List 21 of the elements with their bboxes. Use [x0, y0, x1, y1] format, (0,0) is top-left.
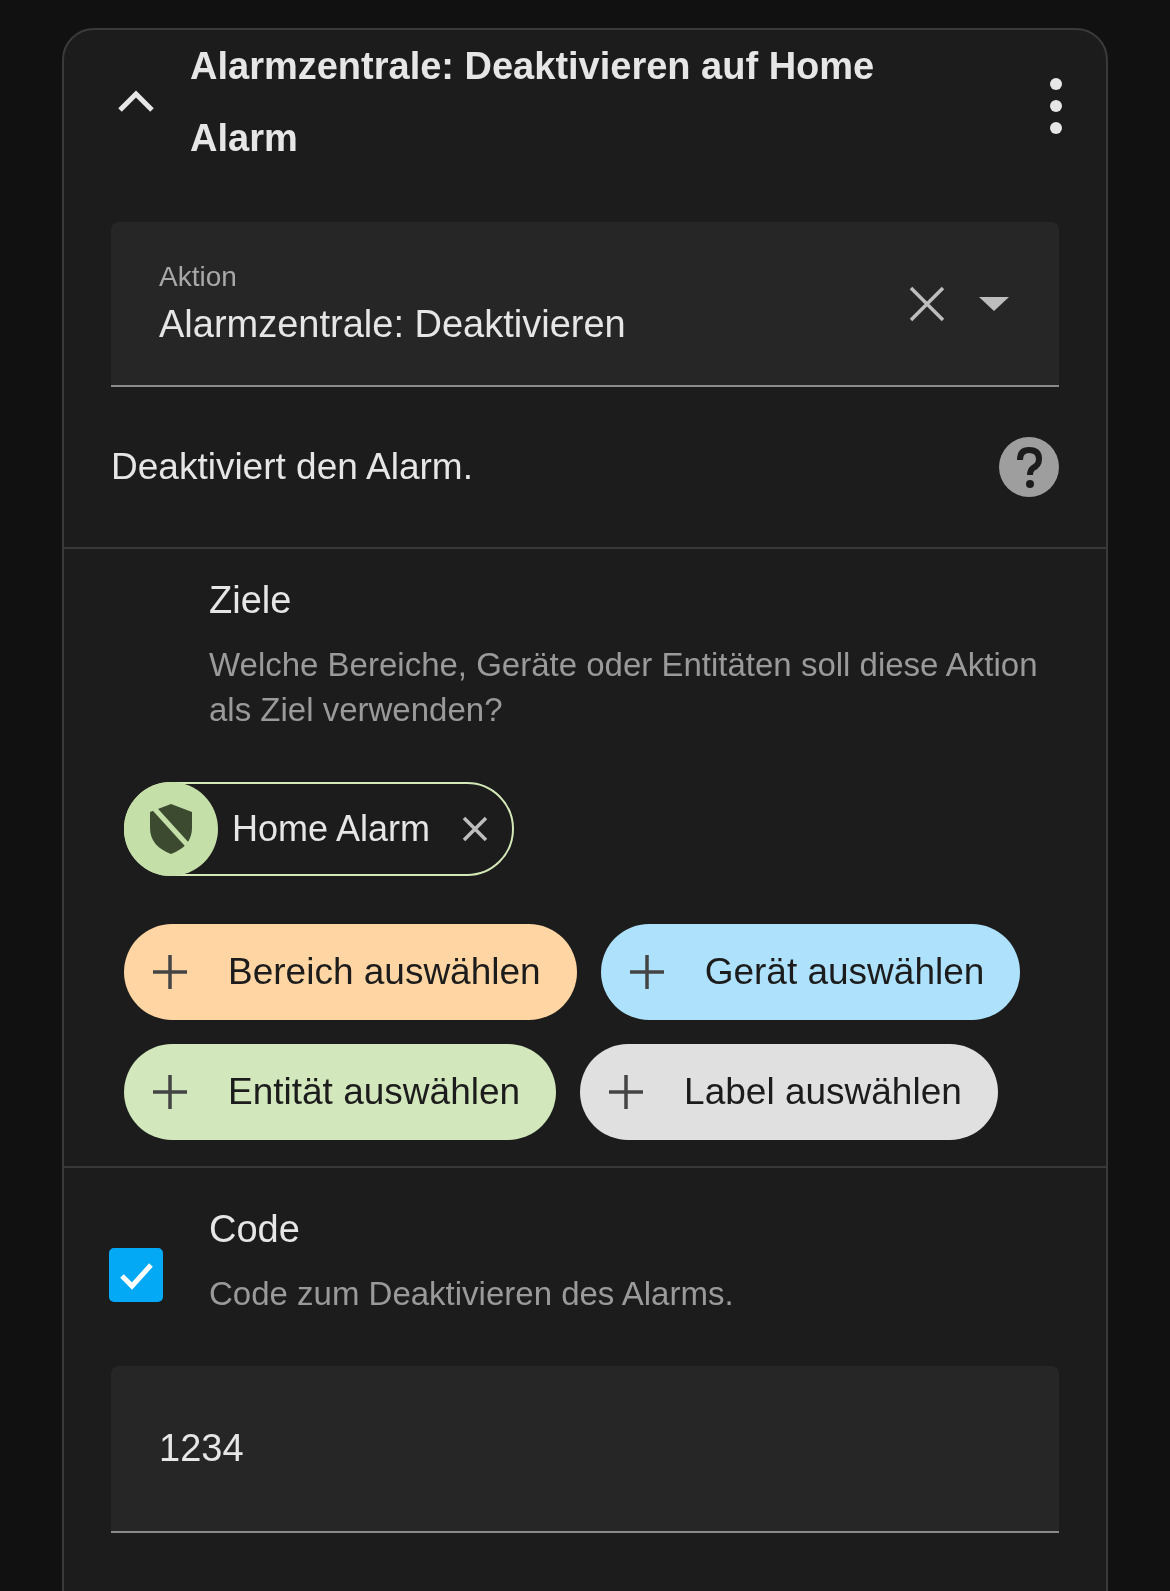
add-target-button[interactable]: Gerät auswählen: [600, 924, 1021, 1020]
option-description: Code zum Deaktivieren des Alarms.: [209, 1274, 734, 1314]
target-chip[interactable]: Home Alarm: [124, 782, 515, 876]
code-input-field[interactable]: 1234: [111, 1366, 1059, 1533]
option-title: Code: [209, 1208, 301, 1251]
section-title: Ziele: [209, 579, 293, 622]
add-target-button[interactable]: Entität auswählen: [124, 1044, 557, 1140]
action-description: Deaktiviert den Alarm.: [111, 446, 473, 488]
section-description: Welche Bereiche, Geräte oder Entitäten soll diese Aktion als Ziel verwenden?: [209, 645, 1039, 730]
chip-label: Home Alarm: [232, 808, 431, 850]
action-dropdown[interactable]: Aktion Alarmzentrale: Deaktivieren: [111, 222, 1059, 387]
card-title: Alarmzentrale: Deaktivieren auf Home Alarm: [190, 44, 876, 161]
field-label: Aktion: [159, 261, 238, 293]
help-icon[interactable]: [999, 437, 1059, 497]
dropdown-caret-icon[interactable]: [977, 294, 1011, 313]
plus-icon: [150, 1072, 190, 1112]
plus-icon: [150, 952, 190, 992]
add-target-button[interactable]: Bereich auswählen: [124, 924, 577, 1020]
checkbox[interactable]: [109, 1248, 163, 1302]
add-target-button[interactable]: Label auswählen: [580, 1044, 998, 1140]
field-value: Alarmzentrale: Deaktivieren: [159, 303, 627, 346]
